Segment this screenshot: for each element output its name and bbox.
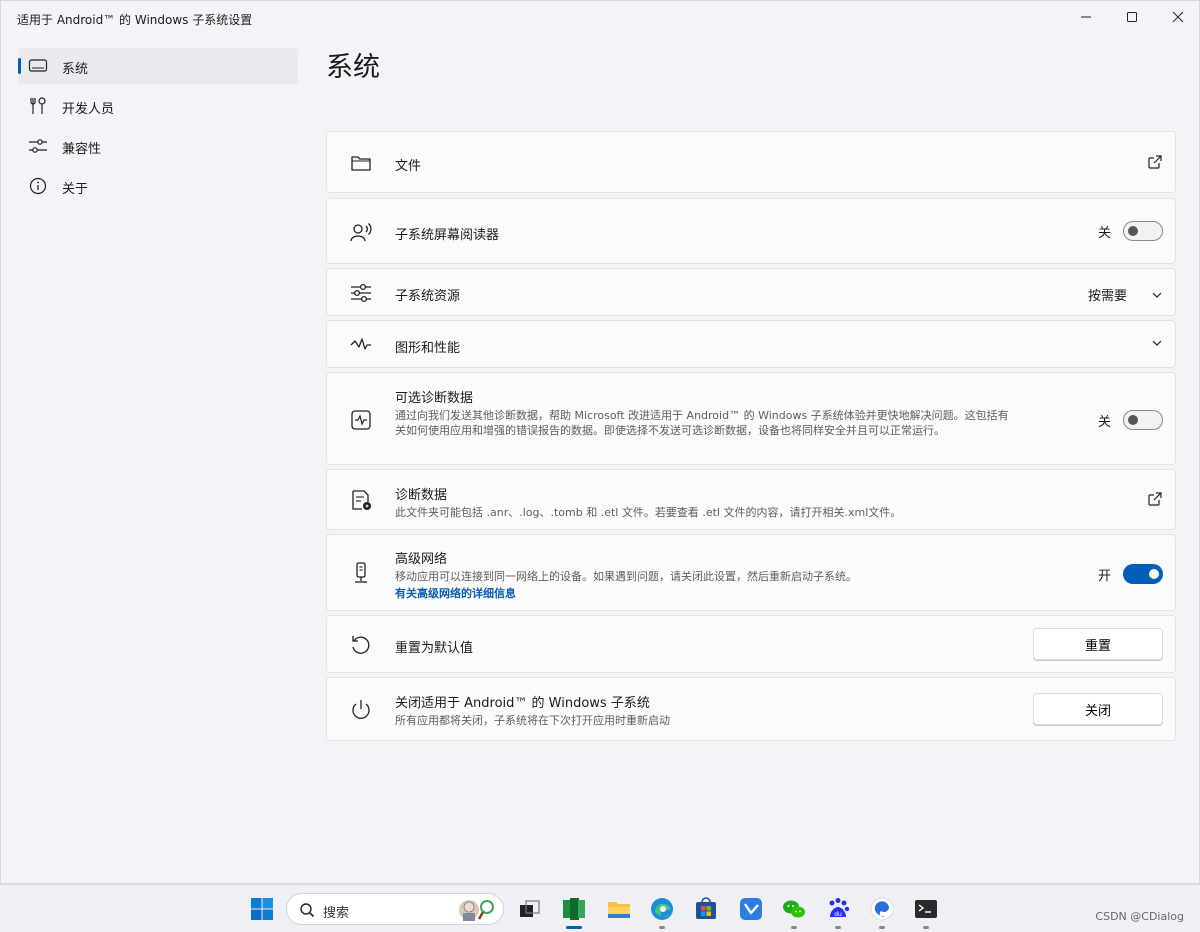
chevron-down-icon[interactable]: [1151, 337, 1163, 349]
sidebar-item-label: 系统: [62, 62, 89, 77]
tools-icon: [30, 97, 46, 114]
toggle-knob: [1128, 415, 1138, 425]
graphics-card[interactable]: 图形和性能: [326, 320, 1176, 368]
running-indicator: [835, 926, 841, 929]
toggle-state-label: 关: [1097, 414, 1111, 430]
maximize-button[interactable]: [1109, 1, 1155, 33]
running-indicator: [791, 926, 797, 929]
chevron-down-icon[interactable]: [1151, 289, 1163, 301]
store-icon[interactable]: [692, 895, 720, 923]
svg-text:du: du: [834, 911, 842, 918]
sidebar-item-system[interactable]: 系统: [18, 48, 298, 84]
advanced-networking-card: 高级网络 移动应用可以连接到同一网络上的设备。如果遇到问题，请关闭此设置，然后重…: [326, 534, 1176, 611]
reset-label: 重置为默认值: [395, 641, 474, 656]
maximize-icon: [1127, 12, 1137, 22]
taskbar: 搜索 du CSDN @CDialog: [0, 884, 1200, 932]
window-title: 适用于 Android™ 的 Windows 子系统设置: [17, 13, 253, 27]
optional-diagnostics-card: 可选诊断数据 通过向我们发送其他诊断数据，帮助 Microsoft 改进适用于 …: [326, 372, 1176, 465]
shutdown-description: 所有应用都将关闭，子系统将在下次打开应用时重新启动: [395, 714, 670, 727]
title-bar: 适用于 Android™ 的 Windows 子系统设置: [1, 1, 1199, 37]
search-icon: [300, 903, 315, 918]
external-link-icon[interactable]: [1147, 154, 1163, 170]
monitor-icon: [28, 59, 48, 72]
search-placeholder: 搜索: [323, 906, 350, 921]
file-explorer-icon[interactable]: [605, 895, 633, 923]
diagnostic-file-icon: [352, 490, 371, 510]
reset-button[interactable]: 重置: [1033, 628, 1163, 660]
reset-card: 重置为默认值 重置: [326, 615, 1176, 673]
feishu-icon[interactable]: [737, 895, 765, 923]
task-view-icon[interactable]: [515, 895, 543, 923]
close-icon: [1172, 11, 1184, 23]
advanced-networking-link[interactable]: 有关高级网络的详细信息: [395, 585, 857, 601]
subsystem-app-icon[interactable]: [560, 895, 588, 923]
shutdown-card: 关闭适用于 Android™ 的 Windows 子系统 所有应用都将关闭，子系…: [326, 677, 1176, 741]
screen-reader-card: 子系统屏幕阅读器 关: [326, 198, 1176, 264]
edge-icon[interactable]: [648, 895, 676, 923]
screen-reader-label: 子系统屏幕阅读器: [395, 228, 500, 243]
shutdown-label: 关闭适用于 Android™ 的 Windows 子系统: [395, 696, 650, 711]
baidu-icon[interactable]: du: [824, 895, 852, 923]
advanced-networking-label: 高级网络: [395, 552, 448, 567]
reset-icon: [352, 636, 370, 654]
diagnostic-data-description: 此文件夹可能包括 .anr、.log、.tomb 和 .etl 文件。若要查看 …: [395, 506, 902, 519]
power-icon: [352, 700, 370, 719]
resources-value[interactable]: 按需要: [1088, 285, 1127, 304]
active-indicator: [566, 926, 582, 929]
optional-diagnostics-label: 可选诊断数据: [395, 391, 474, 406]
toggle-knob: [1149, 569, 1159, 579]
toggle-state-label: 关: [1097, 225, 1111, 241]
page-title: 系统: [326, 52, 380, 83]
files-card[interactable]: 文件: [326, 131, 1176, 193]
sidebar-item-label: 开发人员: [62, 102, 115, 117]
wechat-icon[interactable]: [780, 895, 808, 923]
sliders-icon: [29, 139, 47, 153]
minimize-button[interactable]: [1063, 1, 1109, 33]
app-icon[interactable]: [868, 895, 896, 923]
advanced-networking-toggle[interactable]: [1123, 564, 1163, 584]
windows-start-icon[interactable]: [248, 895, 276, 923]
sidebar-item-about[interactable]: 关于: [18, 168, 298, 204]
network-device-icon: [355, 562, 367, 583]
minimize-icon: [1081, 16, 1091, 18]
sidebar-item-label: 兼容性: [62, 142, 102, 157]
optional-diagnostics-toggle[interactable]: [1123, 410, 1163, 430]
sliders-icon: [351, 283, 371, 303]
sidebar-item-compatibility[interactable]: 兼容性: [18, 128, 298, 164]
selection-indicator: [18, 58, 21, 74]
resources-label: 子系统资源: [395, 289, 461, 304]
terminal-icon[interactable]: [912, 895, 940, 923]
resources-card[interactable]: 子系统资源 按需要: [326, 268, 1176, 316]
diagnostic-data-label: 诊断数据: [395, 488, 448, 503]
shutdown-button[interactable]: 关闭: [1033, 693, 1163, 725]
screen-reader-icon: [350, 223, 372, 242]
watermark: CSDN @CDialog: [1095, 910, 1184, 923]
running-indicator: [879, 926, 885, 929]
files-label: 文件: [395, 159, 422, 174]
folder-icon: [351, 156, 371, 171]
screen-reader-toggle[interactable]: [1123, 221, 1163, 241]
sidebar-item-developer[interactable]: 开发人员: [18, 88, 298, 124]
diagnostic-data-card[interactable]: 诊断数据 此文件夹可能包括 .anr、.log、.tomb 和 .etl 文件。…: [326, 469, 1176, 530]
optional-diagnostics-description: 通过向我们发送其他诊断数据，帮助 Microsoft 改进适用于 Android…: [395, 409, 1009, 437]
close-button[interactable]: [1155, 1, 1200, 33]
activity-icon: [351, 410, 371, 430]
toggle-state-label: 开: [1097, 568, 1111, 584]
sidebar-item-label: 关于: [62, 182, 89, 197]
taskbar-search[interactable]: 搜索: [286, 893, 504, 925]
search-highlight-icon: [459, 900, 494, 921]
advanced-networking-description: 移动应用可以连接到同一网络上的设备。如果遇到问题，请关闭此设置，然后重新启动子系…: [395, 570, 857, 583]
running-indicator: [923, 926, 929, 929]
toggle-knob: [1128, 226, 1138, 236]
graphics-label: 图形和性能: [395, 341, 461, 356]
running-indicator: [659, 926, 665, 929]
performance-icon: [350, 338, 371, 350]
info-icon: [29, 177, 47, 195]
settings-window: 适用于 Android™ 的 Windows 子系统设置 系统 开发人员 兼容性…: [0, 0, 1200, 884]
external-link-icon[interactable]: [1147, 491, 1163, 507]
